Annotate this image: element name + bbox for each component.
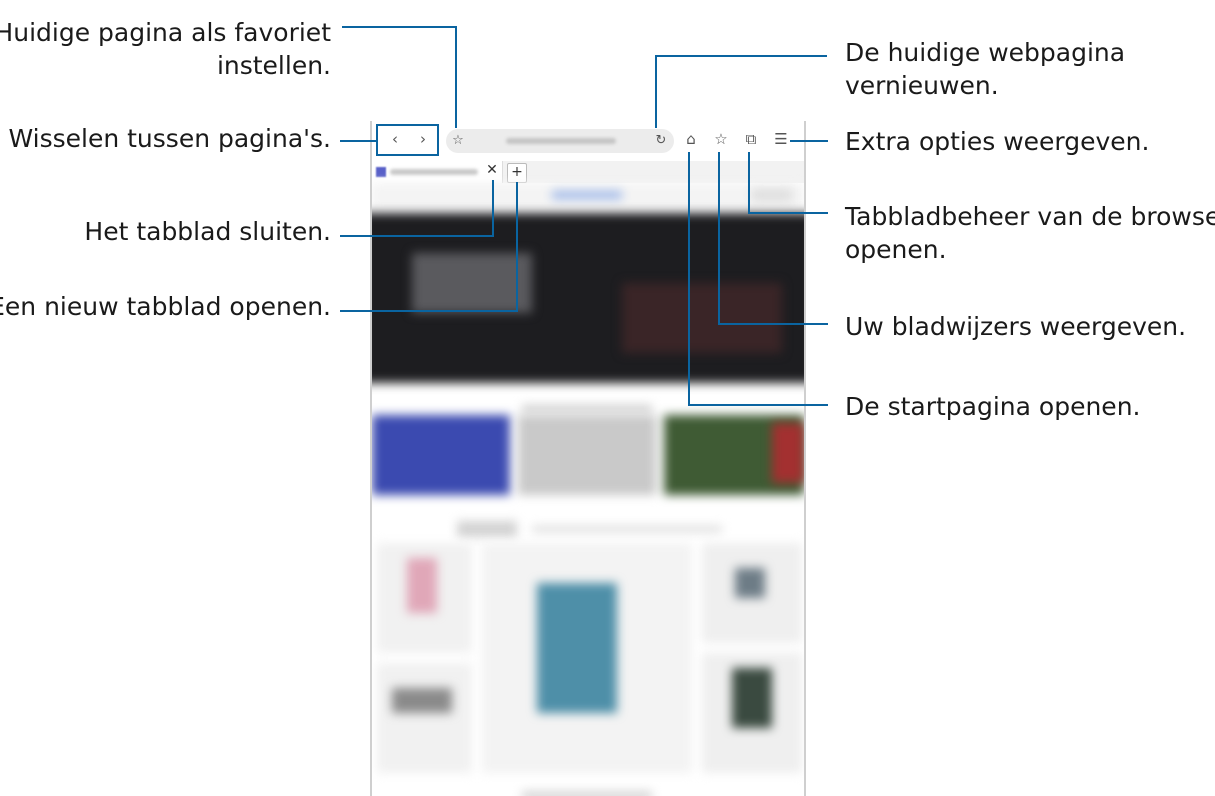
callout-refresh: De huidige webpagina vernieuwen. [845,36,1125,102]
chevron-left-icon[interactable]: ‹ [386,130,404,148]
callout-bookmarks: Uw bladwijzers weergeven. [845,312,1187,341]
callout-favorite: Huidige pagina als favoriet instellen. [0,16,331,82]
tabs-icon[interactable]: ⧉ [742,130,760,148]
leader-new-tab-rise [516,182,518,312]
web-page-content [372,183,804,796]
leader-refresh [655,55,827,57]
callout-tab-manager-line1: Tabbladbeheer van de browser [845,202,1215,231]
page-header-button [752,189,792,201]
refresh-icon[interactable]: ↻ [652,132,670,150]
callout-new-tab: Een nieuw tabblad openen. [0,292,331,321]
callout-refresh-line1: De huidige webpagina [845,38,1126,67]
callout-switch-pages: Wisselen tussen pagina's. [8,124,331,153]
footer-label [522,791,652,796]
callout-homepage: De startpagina openen. [845,392,1141,421]
leader-favorite [342,26,456,28]
tablet-browser: ‹ › ☆ ↻ ⌂ ☆ ⧉ ☰ ✕ + [370,121,806,796]
leader-extra-options [790,140,828,142]
close-icon[interactable]: ✕ [485,162,499,178]
page-header-highlight [552,191,622,199]
category-selected [457,521,517,537]
leader-refresh-drop [655,55,657,128]
leader-homepage-rise [688,152,690,406]
leader-switch-bracket-left [376,124,378,156]
promo-card-grey [518,415,656,495]
leader-switch-bracket-bottom [376,154,439,156]
callout-close-tab: Het tabblad sluiten. [84,217,331,246]
leader-new-tab [340,310,518,312]
callout-favorite-line2: instellen. [216,51,331,80]
callout-favorite-line1: Huidige pagina als favoriet [0,18,331,47]
callout-tab-manager-line2: openen. [845,235,947,264]
product-buds-image [392,688,452,713]
tab-favicon [376,167,386,177]
callout-tab-manager: Tabbladbeheer van de browser openen. [845,200,1215,266]
chevron-right-icon[interactable]: › [414,130,432,148]
product-featured-image [537,583,617,713]
tab-strip: ✕ + [372,161,804,183]
star-icon[interactable]: ☆ [449,132,467,150]
hero-accent [622,283,782,353]
hero-light [412,253,532,313]
tab-title [390,169,478,175]
leader-switch-pages [340,140,376,142]
product-card-buds [377,663,472,773]
tab-current[interactable]: ✕ [372,161,503,183]
promo-card-blue [372,415,510,495]
leader-favorite-drop [455,26,457,128]
product-watch-image [735,568,765,598]
home-icon[interactable]: ⌂ [682,130,700,148]
promo-heading [522,405,652,413]
bookmark-star-icon[interactable]: ☆ [712,130,730,148]
address-bar[interactable]: ☆ ↻ [446,129,674,153]
product-phone-image [407,558,437,613]
promo-card-red [772,423,804,483]
plus-icon[interactable]: + [507,163,527,183]
leader-close-tab-rise [492,180,494,237]
leader-tab-manager-rise [748,152,750,214]
url-text [506,138,616,144]
leader-homepage [688,404,828,406]
leader-switch-bracket-top [376,124,439,126]
product-charger-image [732,668,772,728]
leader-bookmarks-rise [718,152,720,325]
callout-refresh-line2: vernieuwen. [845,71,999,100]
leader-close-tab [340,235,494,237]
leader-tab-manager [748,212,828,214]
menu-icon[interactable]: ☰ [772,130,790,148]
leader-bookmarks [718,323,828,325]
callout-extra-options: Extra opties weergeven. [845,127,1150,156]
category-items [532,526,722,532]
leader-switch-bracket-right [437,124,439,156]
